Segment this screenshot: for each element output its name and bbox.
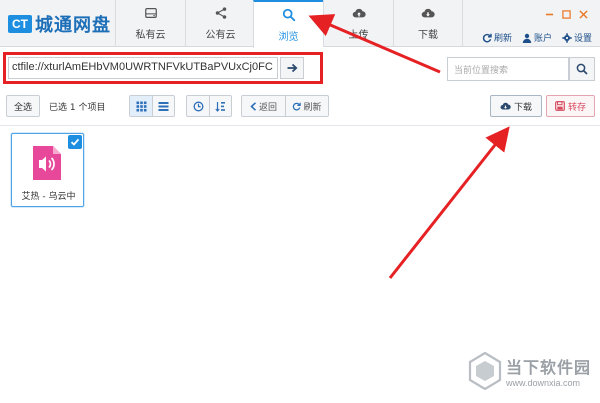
chevron-left-icon [250,101,257,111]
search-input[interactable]: 当前位置搜索 [447,57,569,81]
watermark-url: www.downxia.com [506,378,581,388]
toolbar: 全选 已选 1 个项目 返回 刷新 下载 转存 [0,94,600,120]
tab-browse[interactable]: 浏览 [253,0,323,48]
check-icon [70,138,80,146]
back-label: 返回 [258,102,277,113]
download-label: 下载 [513,102,532,113]
watermark-logo [468,352,502,390]
refresh-label: 刷新 [493,34,512,44]
save-label: 转存 [567,102,586,113]
sort-icon [215,101,225,112]
cloud-upload-icon [352,8,366,18]
annotation-arrow [388,126,510,279]
time-sort-button[interactable] [187,96,209,116]
save-icon [555,101,565,111]
selected-checkbox[interactable] [68,135,82,149]
selection-status: 已选 1 个项目 [49,103,106,113]
divider [0,125,600,126]
search-icon [576,63,588,75]
logo-badge: CT [8,15,32,33]
cloud-download-icon [421,8,435,18]
refresh-icon [293,102,302,110]
list-view-button[interactable] [152,96,174,116]
clock-icon [193,101,203,111]
tab-label: 公有云 [205,30,236,41]
minimize-icon[interactable] [545,10,554,19]
share-icon [215,7,226,19]
close-icon[interactable] [579,10,588,19]
tab-label: 上传 [348,30,369,41]
address-highlight: ctfile://xturlAmEHbVM0UWRTNFVkUTBaPVUxCj… [3,52,323,84]
refresh-button[interactable]: 刷新 [285,96,328,116]
refresh-icon [482,33,492,42]
view-toggle [129,95,175,117]
window-controls [545,10,588,19]
name-sort-button[interactable] [209,96,231,116]
list-icon [158,101,169,111]
address-input[interactable]: ctfile://xturlAmEHbVM0UWRTNFVkUTBaPVUxCj… [8,57,278,79]
user-icon [522,33,532,43]
audio-file-icon [33,146,61,180]
download-button[interactable]: 下载 [490,95,542,117]
nav-group: 返回 刷新 [241,95,329,117]
top-bar: CT 城通网盘 私有云 公有云 浏览 上传 下载 刷新 账户 设置 [0,0,600,48]
tab-private-cloud[interactable]: 私有云 [115,0,185,47]
grid-icon [136,101,146,111]
app-window: CT 城通网盘 私有云 公有云 浏览 上传 下载 刷新 账户 设置 ctfile… [0,0,600,403]
sort-group [186,95,232,117]
drive-icon [144,8,157,18]
tab-label: 私有云 [135,30,166,41]
tab-label: 浏览 [278,31,299,43]
go-button[interactable] [280,57,304,79]
arrow-right-icon [287,63,298,73]
gear-icon [562,32,572,43]
tab-download[interactable]: 下载 [393,0,463,47]
file-name: 艾热 - 乌云中 [21,192,76,202]
top-actions: 刷新 账户 设置 [482,31,592,44]
save-to-drive-button[interactable]: 转存 [546,95,595,117]
watermark: 当下软件园 www.downxia.com [468,352,598,396]
tab-public-cloud[interactable]: 公有云 [185,0,255,47]
cloud-download-icon [500,102,511,110]
maximize-icon[interactable] [562,10,571,19]
account-action[interactable]: 账户 [522,31,552,44]
search-icon [282,8,295,21]
account-label: 账户 [533,34,552,44]
refresh-action[interactable]: 刷新 [482,31,512,44]
file-item[interactable]: 艾热 - 乌云中 [11,133,84,207]
settings-action[interactable]: 设置 [562,31,592,44]
grid-view-button[interactable] [130,96,152,116]
watermark-name: 当下软件园 [506,358,592,377]
tab-upload[interactable]: 上传 [323,0,393,47]
select-all-button[interactable]: 全选 [6,95,40,117]
tab-label: 下载 [418,30,438,41]
back-button[interactable]: 返回 [242,96,285,116]
app-logo: CT 城通网盘 [8,13,111,36]
search-button[interactable] [569,57,595,81]
refresh-label: 刷新 [303,102,322,113]
logo-text: 城通网盘 [35,15,111,36]
settings-label: 设置 [573,34,592,44]
